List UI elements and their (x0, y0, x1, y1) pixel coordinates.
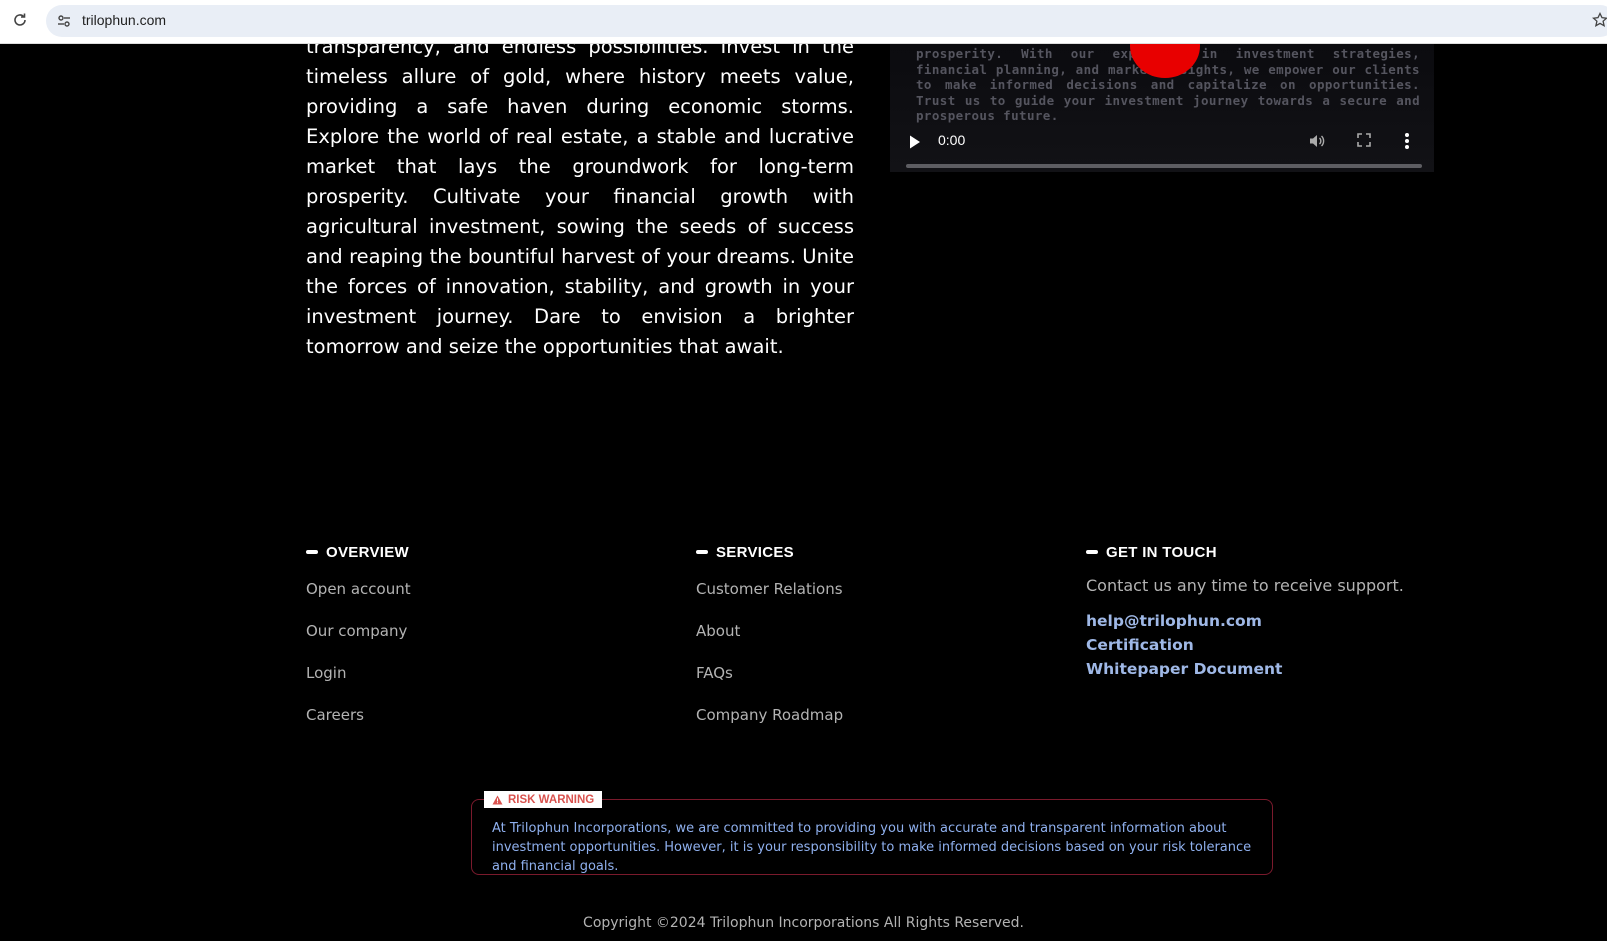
certification-link[interactable]: Certification (1086, 633, 1466, 657)
footer-link-faqs[interactable]: FAQs (696, 662, 843, 704)
more-options-icon[interactable] (1404, 132, 1414, 152)
footer-link-customer-relations[interactable]: Customer Relations (696, 578, 843, 620)
footer-link-our-company[interactable]: Our company (306, 620, 411, 662)
fullscreen-icon[interactable] (1356, 132, 1376, 152)
address-bar[interactable]: trilophun.com (46, 5, 1607, 37)
footer-overview: OVERVIEW Open account Our company Login … (306, 540, 411, 746)
url-text: trilophun.com (82, 12, 167, 28)
contact-email-link[interactable]: help@trilophun.com (1086, 609, 1466, 633)
dash-icon (696, 550, 708, 554)
footer-link-careers[interactable]: Careers (306, 704, 411, 746)
dash-icon (1086, 550, 1098, 554)
video-time: 0:00 (938, 132, 966, 148)
play-icon[interactable] (908, 134, 924, 150)
whitepaper-link[interactable]: Whitepaper Document (1086, 657, 1466, 681)
footer-link-login[interactable]: Login (306, 662, 411, 704)
volume-icon[interactable] (1308, 132, 1328, 152)
dash-icon (306, 550, 318, 554)
browser-toolbar: trilophun.com (0, 0, 1607, 44)
footer-link-about[interactable]: About (696, 620, 843, 662)
risk-warning-label: RISK WARNING (484, 791, 603, 808)
reload-icon[interactable] (10, 10, 30, 30)
footer-contact: GET IN TOUCH Contact us any time to rece… (1086, 540, 1466, 681)
video-progress-bar[interactable] (906, 164, 1422, 168)
contact-heading: GET IN TOUCH (1086, 540, 1466, 564)
overview-heading: OVERVIEW (306, 540, 411, 564)
services-heading: SERVICES (696, 540, 843, 564)
site-settings-icon[interactable] (54, 11, 74, 31)
video-controls: 0:00 (890, 126, 1434, 170)
intro-paragraph: transparency, and endless possibilities.… (306, 44, 854, 358)
copyright-text: Copyright ©2024 Trilophun Incorporations… (583, 915, 1024, 931)
bookmark-star-icon[interactable] (1592, 10, 1607, 30)
footer-link-company-roadmap[interactable]: Company Roadmap (696, 704, 843, 746)
warning-icon (492, 795, 503, 805)
footer-link-open-account[interactable]: Open account (306, 578, 411, 620)
risk-warning-text: At Trilophun Incorporations, we are comm… (492, 821, 1252, 874)
contact-description: Contact us any time to receive support. (1086, 576, 1404, 595)
footer-services: SERVICES Customer Relations About FAQs C… (696, 540, 843, 746)
